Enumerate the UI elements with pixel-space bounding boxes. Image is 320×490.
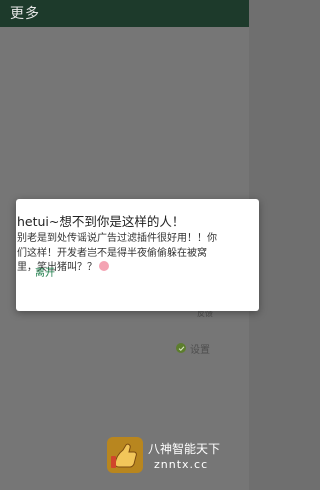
settings-icon	[176, 343, 186, 353]
settings-item[interactable]: 设置	[176, 342, 210, 356]
watermark-url: znntx.cc	[154, 458, 209, 471]
thumbs-logo-icon	[107, 437, 143, 473]
app-bar-title: 更多	[10, 6, 40, 22]
watermark-title: 八神智能天下	[148, 442, 221, 456]
dialog-title: hetui~想不到你是这样的人！	[17, 214, 185, 229]
settings-label: 设置	[190, 344, 210, 356]
watermark: 八神智能天下 znntx.cc	[106, 436, 246, 476]
app-bar: 更多	[0, 0, 249, 27]
leave-button[interactable]: 离开	[35, 264, 55, 279]
pig-emoji-icon	[99, 261, 109, 271]
